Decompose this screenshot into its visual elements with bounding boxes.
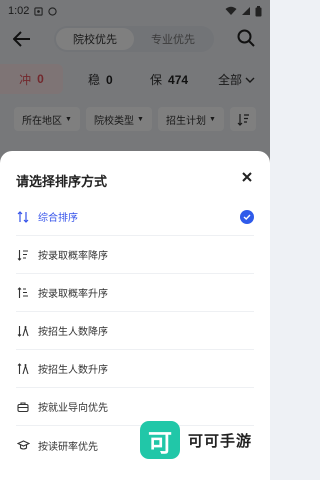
briefcase-icon (16, 400, 30, 414)
sort-option-probability-asc[interactable]: 按录取概率升序 (16, 274, 254, 312)
sort-option-label: 按录取概率降序 (38, 251, 108, 262)
watermark-text: 可可手游 (188, 432, 253, 450)
check-icon (240, 210, 254, 224)
sort-desc-icon (16, 248, 30, 262)
sort-asc-icon (16, 286, 30, 300)
sort-option-label: 按招生人数降序 (38, 327, 108, 338)
people-desc-icon (16, 324, 30, 338)
sort-option-probability-desc[interactable]: 按录取概率降序 (16, 236, 254, 274)
sort-option-label: 按录取概率升序 (38, 289, 108, 300)
sort-option-comprehensive[interactable]: 综合排序 (16, 198, 254, 236)
watermark-badge: 可 (140, 421, 180, 459)
people-asc-icon (16, 362, 30, 376)
sort-option-label: 按读研率优先 (38, 441, 98, 453)
graduation-cap-icon (16, 438, 30, 452)
sort-option-enrollment-asc[interactable]: 按招生人数升序 (16, 350, 254, 388)
sort-option-enrollment-desc[interactable]: 按招生人数降序 (16, 312, 254, 350)
close-icon (242, 172, 252, 182)
sort-arrows-icon (16, 210, 30, 224)
watermark-logo: 可 可可手游 (140, 420, 270, 460)
sort-option-label: 按就业导向优先 (38, 403, 108, 414)
sort-option-label: 综合排序 (38, 213, 78, 224)
close-button[interactable] (240, 170, 254, 184)
sheet-title: 请选择排序方式 (16, 174, 108, 189)
sort-option-label: 按招生人数升序 (38, 365, 108, 376)
